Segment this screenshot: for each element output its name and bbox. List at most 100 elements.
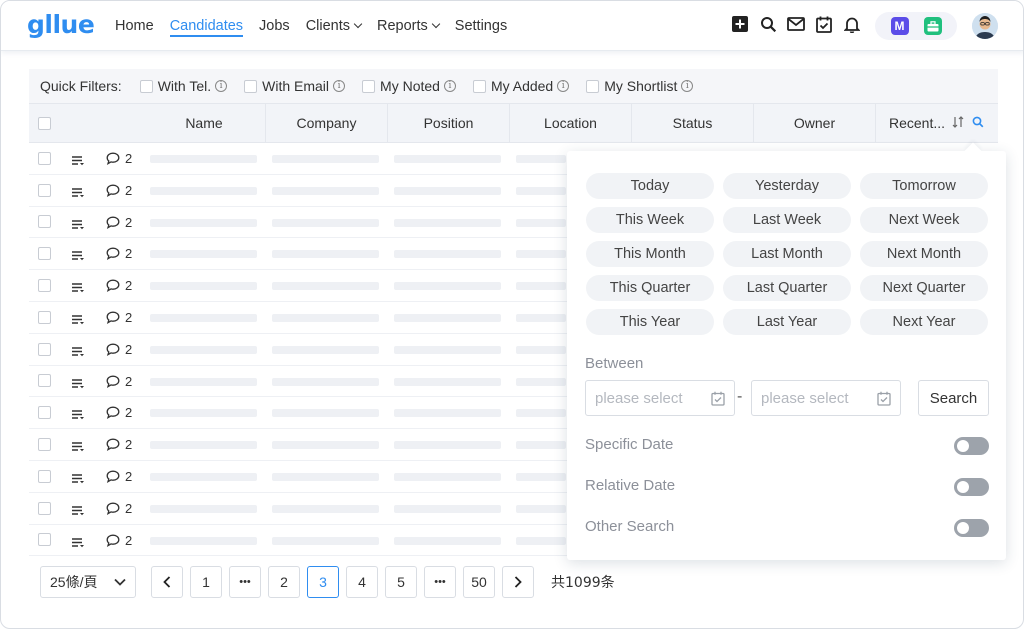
column-header-status[interactable]: Status bbox=[631, 104, 753, 142]
page-size-select[interactable]: 25條/頁 bbox=[40, 566, 136, 598]
page-button[interactable]: 5 bbox=[385, 566, 417, 598]
date-preset-chip[interactable]: Last Quarter bbox=[723, 275, 851, 301]
column-header-name[interactable]: Name bbox=[143, 104, 265, 142]
user-avatar[interactable] bbox=[972, 13, 998, 39]
quick-filter-my-noted[interactable]: My Noted i bbox=[362, 78, 456, 94]
notes-icon[interactable] bbox=[72, 439, 84, 452]
comment-count[interactable]: 2 bbox=[106, 405, 132, 420]
checkbox[interactable] bbox=[139, 79, 153, 93]
nav-clients[interactable]: Clients bbox=[306, 1, 363, 51]
notes-icon[interactable] bbox=[72, 217, 84, 229]
comment-count[interactable]: 2 bbox=[106, 469, 132, 484]
date-preset-chip[interactable]: This Year bbox=[586, 309, 714, 335]
date-preset-chip[interactable]: Today bbox=[586, 173, 714, 199]
date-preset-chip[interactable]: Next Month bbox=[860, 241, 988, 267]
row-checkbox[interactable] bbox=[38, 501, 51, 515]
comment-count[interactable]: 2 bbox=[106, 374, 132, 389]
quick-filter-with-tel[interactable]: With Tel. i bbox=[139, 78, 228, 94]
mail-icon[interactable] bbox=[785, 13, 807, 35]
row-checkbox[interactable] bbox=[38, 469, 51, 483]
page-button[interactable]: 4 bbox=[346, 566, 378, 598]
relative-date-toggle[interactable] bbox=[954, 478, 989, 496]
quick-filter-with-email[interactable]: With Email i bbox=[244, 78, 346, 94]
date-search-button[interactable]: Search bbox=[918, 380, 989, 416]
date-preset-chip[interactable]: This Week bbox=[586, 207, 714, 233]
row-checkbox[interactable] bbox=[38, 310, 51, 324]
nav-reports[interactable]: Reports bbox=[377, 1, 441, 51]
notes-icon[interactable] bbox=[72, 503, 84, 515]
end-date-input[interactable]: please select bbox=[751, 380, 901, 416]
notes-icon[interactable] bbox=[72, 407, 84, 420]
notes-icon[interactable] bbox=[72, 185, 84, 197]
select-all-checkbox[interactable] bbox=[38, 116, 51, 130]
date-preset-chip[interactable]: Last Year bbox=[723, 309, 851, 335]
row-checkbox[interactable] bbox=[38, 215, 51, 229]
gllue-logo[interactable]: gllue bbox=[27, 10, 95, 39]
info-icon[interactable]: i bbox=[557, 80, 570, 92]
info-icon[interactable]: i bbox=[681, 80, 694, 92]
sort-icon[interactable] bbox=[952, 115, 964, 131]
comment-count[interactable]: 2 bbox=[106, 183, 132, 198]
info-icon[interactable]: i bbox=[333, 80, 346, 92]
date-preset-chip[interactable]: Yesterday bbox=[723, 173, 851, 199]
notes-icon[interactable] bbox=[72, 376, 84, 388]
notes-icon[interactable] bbox=[72, 280, 84, 293]
date-preset-chip[interactable]: Tomorrow bbox=[860, 173, 988, 199]
prev-page-button[interactable] bbox=[151, 566, 183, 598]
page-ellipsis-button[interactable]: ••• bbox=[424, 566, 456, 598]
notes-icon[interactable] bbox=[72, 471, 84, 484]
nav-candidates[interactable]: Candidates bbox=[169, 1, 244, 51]
info-icon[interactable]: i bbox=[443, 80, 456, 92]
info-icon[interactable]: i bbox=[215, 80, 228, 92]
checkbox[interactable] bbox=[244, 79, 258, 93]
row-checkbox[interactable] bbox=[38, 279, 51, 293]
next-page-button[interactable] bbox=[502, 566, 534, 598]
quick-filter-my-shortlist[interactable]: My Shortlist i bbox=[586, 78, 694, 94]
comment-count[interactable]: 2 bbox=[106, 151, 132, 166]
quick-filter-my-added[interactable]: My Added i bbox=[472, 78, 570, 94]
date-preset-chip[interactable]: Next Week bbox=[860, 207, 988, 233]
row-checkbox[interactable] bbox=[38, 151, 51, 165]
row-checkbox[interactable] bbox=[38, 374, 51, 388]
add-icon[interactable] bbox=[729, 13, 751, 35]
comment-count[interactable]: 2 bbox=[106, 310, 132, 325]
row-checkbox[interactable] bbox=[38, 438, 51, 452]
comment-count[interactable]: 2 bbox=[106, 278, 132, 293]
page-button[interactable]: 2 bbox=[268, 566, 300, 598]
notes-icon[interactable] bbox=[72, 248, 84, 261]
date-preset-chip[interactable]: This Month bbox=[586, 241, 714, 267]
comment-count[interactable]: 2 bbox=[106, 342, 132, 357]
column-search-icon[interactable] bbox=[972, 115, 984, 131]
checkbox[interactable] bbox=[472, 79, 486, 93]
notes-icon[interactable] bbox=[72, 344, 84, 356]
calendar-check-icon[interactable] bbox=[813, 13, 835, 35]
comment-count[interactable]: 2 bbox=[106, 501, 132, 516]
notes-icon[interactable] bbox=[72, 153, 84, 166]
row-checkbox[interactable] bbox=[38, 342, 51, 356]
m-app-icon[interactable]: M bbox=[890, 17, 909, 35]
comment-count[interactable]: 2 bbox=[106, 437, 132, 452]
column-header-location[interactable]: Location bbox=[509, 104, 631, 142]
comment-count[interactable]: 2 bbox=[106, 246, 132, 261]
row-checkbox[interactable] bbox=[38, 533, 51, 547]
date-preset-chip[interactable]: Last Week bbox=[723, 207, 851, 233]
column-header-position[interactable]: Position bbox=[387, 104, 509, 142]
other-search-toggle[interactable] bbox=[954, 519, 989, 537]
column-header-owner[interactable]: Owner bbox=[753, 104, 875, 142]
nav-jobs[interactable]: Jobs bbox=[259, 1, 290, 51]
row-checkbox[interactable] bbox=[38, 183, 51, 197]
page-button[interactable]: 3 bbox=[307, 566, 339, 598]
bell-icon[interactable] bbox=[841, 13, 863, 35]
briefcase-app-icon[interactable] bbox=[923, 17, 942, 35]
specific-date-toggle[interactable] bbox=[954, 437, 989, 455]
page-button[interactable]: 1 bbox=[190, 566, 222, 598]
row-checkbox[interactable] bbox=[38, 406, 51, 420]
row-checkbox[interactable] bbox=[38, 247, 51, 261]
notes-icon[interactable] bbox=[72, 312, 84, 325]
column-header-recent[interactable]: Recent... bbox=[875, 104, 998, 142]
column-header-company[interactable]: Company bbox=[265, 104, 387, 142]
start-date-input[interactable]: please select bbox=[585, 380, 735, 416]
nav-home[interactable]: Home bbox=[115, 1, 154, 51]
page-ellipsis-button[interactable]: ••• bbox=[229, 566, 261, 598]
checkbox[interactable] bbox=[362, 79, 376, 93]
